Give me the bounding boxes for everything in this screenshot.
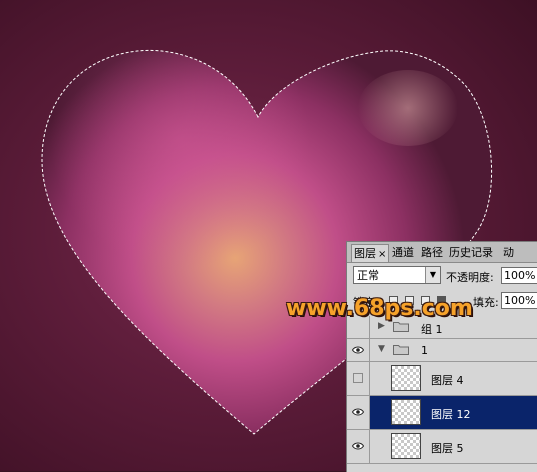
layer-name: 1: [421, 344, 428, 357]
eye-icon[interactable]: [352, 346, 364, 354]
chevron-down-icon[interactable]: ▼: [378, 344, 385, 354]
chevron-right-icon[interactable]: ▶: [378, 321, 385, 331]
layer-row-group-1[interactable]: ▼ 1: [347, 339, 537, 362]
layer-thumbnail: [391, 399, 421, 425]
layer-name: 组 1: [421, 323, 443, 336]
opacity-input[interactable]: 100%: [501, 267, 537, 284]
tab-actions[interactable]: 动: [501, 244, 516, 261]
visibility-off-icon[interactable]: [353, 373, 363, 383]
eye-icon[interactable]: [352, 408, 364, 416]
layer-name: 图层 5: [431, 442, 464, 455]
layer-name: 图层 12: [431, 408, 471, 421]
blend-mode-select[interactable]: 正常 ▼: [353, 266, 441, 284]
blend-mode-value: 正常: [357, 269, 379, 282]
visibility-cell[interactable]: [347, 339, 370, 361]
fill-input[interactable]: 100%: [501, 292, 537, 309]
folder-icon: [393, 345, 409, 355]
fill-label: 填充:: [473, 296, 499, 309]
layer-row-layer12[interactable]: 图层 12: [347, 396, 537, 430]
layer-row-layer4[interactable]: 图层 4: [347, 362, 537, 396]
blend-row: 正常 ▼ 不透明度: 100%: [347, 264, 537, 288]
layer-row-layer5[interactable]: 图层 5: [347, 430, 537, 464]
layer-thumbnail: [391, 365, 421, 391]
tab-layers-label: 图层: [354, 247, 376, 260]
visibility-cell[interactable]: [347, 396, 370, 429]
layer-name: 图层 4: [431, 374, 464, 387]
tab-channels[interactable]: 通道: [390, 244, 416, 261]
eye-icon[interactable]: [352, 442, 364, 450]
tab-layers[interactable]: 图层 ×: [351, 244, 390, 262]
chevron-down-icon[interactable]: ▼: [425, 267, 440, 283]
opacity-label: 不透明度:: [446, 271, 494, 284]
tab-paths[interactable]: 路径: [419, 244, 445, 261]
visibility-cell[interactable]: [347, 430, 370, 463]
layers-panel: 图层 × 通道 路径 历史记录 动 正常 ▼ 不透明度: 100% 锁定: 填充:…: [346, 241, 537, 472]
tab-history[interactable]: 历史记录: [447, 244, 495, 261]
watermark-logo: www.68ps.com: [286, 296, 473, 321]
panel-tab-bar: 图层 × 通道 路径 历史记录 动: [347, 242, 537, 263]
layer-thumbnail: [391, 433, 421, 459]
folder-icon: [393, 322, 409, 332]
visibility-cell[interactable]: [347, 362, 370, 395]
tab-close-icon[interactable]: ×: [378, 249, 386, 260]
